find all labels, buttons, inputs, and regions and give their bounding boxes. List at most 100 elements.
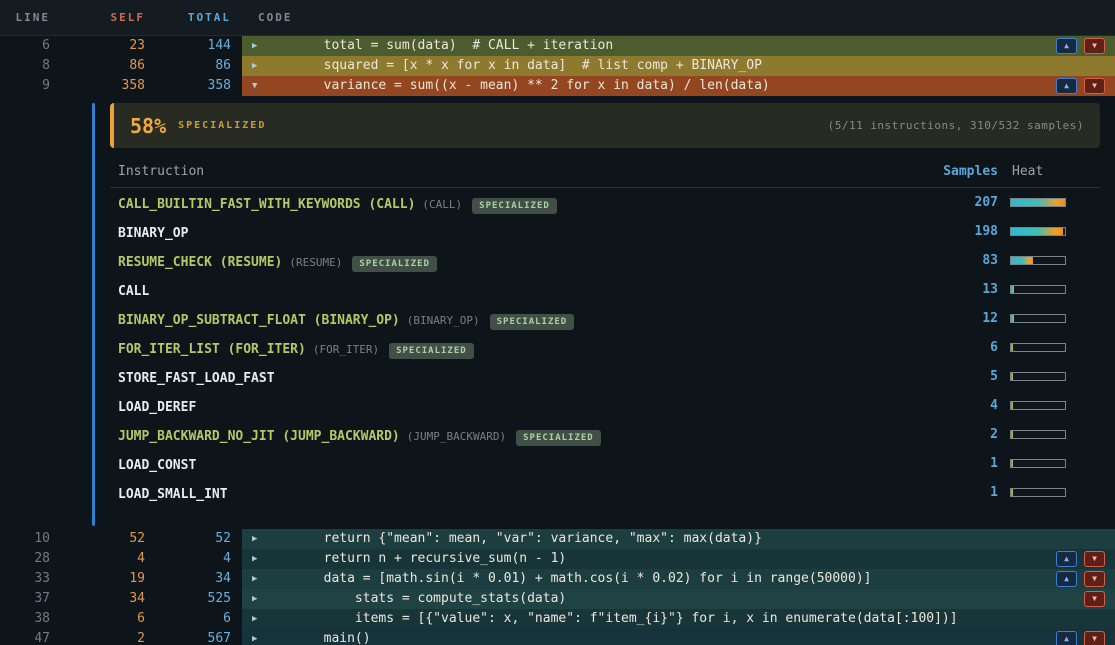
instruction-row: CALL_BUILTIN_FAST_WITH_KEYWORDS (CALL)(C… xyxy=(110,188,1100,217)
instruction-row: STORE_FAST_LOAD_FAST 5 xyxy=(110,362,1100,391)
heat-bar-fill xyxy=(1011,286,1014,293)
code-line-cell[interactable]: ▼ variance = sum((x - mean) ** 2 for x i… xyxy=(242,76,1115,96)
instruction-table: Instruction Samples Heat CALL_BUILTIN_FA… xyxy=(110,156,1100,507)
jump-down-button[interactable]: ▼ xyxy=(1084,631,1105,645)
total-sample-count: 52 xyxy=(145,529,233,549)
self-sample-count: 52 xyxy=(60,529,145,549)
code-row: 8 86 86 ▶ squared = [x * x for x in data… xyxy=(0,56,1115,76)
heat-bar xyxy=(1010,198,1066,207)
instruction-cell: CALL xyxy=(110,280,918,299)
specialization-summary-text: (5/11 instructions, 310/532 samples) xyxy=(828,119,1084,132)
specialization-summary-bar: 58% SPECIALIZED (5/11 instructions, 310/… xyxy=(110,103,1100,148)
self-sample-count: 86 xyxy=(60,56,145,76)
base-opcode: (RESUME) xyxy=(289,256,342,269)
code-row: 6 23 144 ▶ total = sum(data) # CALL + it… xyxy=(0,36,1115,56)
instruction-cell: JUMP_BACKWARD_NO_JIT (JUMP_BACKWARD)(JUM… xyxy=(110,425,918,444)
instruction-cell: LOAD_SMALL_INT xyxy=(110,483,918,502)
row-nav-buttons: ▲▼ xyxy=(1056,631,1105,645)
column-header-total: TOTAL xyxy=(145,11,233,24)
code-line-cell[interactable]: ▶ items = [{"value": x, "name": f"item_{… xyxy=(242,609,1115,629)
sample-count: 13 xyxy=(918,282,998,297)
heat-bar xyxy=(1010,343,1066,352)
jump-down-button[interactable]: ▼ xyxy=(1084,551,1105,567)
jump-down-button[interactable]: ▼ xyxy=(1084,38,1105,54)
expand-toggle-icon[interactable]: ▶ xyxy=(242,549,261,569)
instruction-name: CALL xyxy=(118,284,149,299)
jump-up-button[interactable]: ▲ xyxy=(1056,571,1077,587)
heat-bar xyxy=(1010,372,1066,381)
heat-cell xyxy=(1010,488,1100,497)
expand-toggle-icon[interactable]: ▶ xyxy=(242,609,261,629)
code-line-cell[interactable]: ▶ return {"mean": mean, "var": variance,… xyxy=(242,529,1115,549)
source-code-text: variance = sum((x - mean) ** 2 for x in … xyxy=(261,78,770,93)
line-number: 6 xyxy=(0,36,60,56)
jump-up-button[interactable]: ▲ xyxy=(1056,38,1077,54)
specialization-panel: 58% SPECIALIZED (5/11 instructions, 310/… xyxy=(110,103,1100,507)
specialized-badge: SPECIALIZED xyxy=(490,314,575,330)
code-line-cell[interactable]: ▶ squared = [x * x for x in data] # list… xyxy=(242,56,1115,76)
self-sample-count: 23 xyxy=(60,36,145,56)
expand-toggle-icon[interactable]: ▶ xyxy=(242,569,261,589)
heat-bar-fill xyxy=(1011,460,1013,467)
source-code-text: data = [math.sin(i * 0.01) + math.cos(i … xyxy=(261,571,871,586)
expand-toggle-icon[interactable]: ▶ xyxy=(242,529,261,549)
heat-cell xyxy=(1010,285,1100,294)
base-opcode: (BINARY_OP) xyxy=(407,314,480,327)
sample-count: 207 xyxy=(918,195,998,210)
source-code-text: total = sum(data) # CALL + iteration xyxy=(261,38,613,53)
code-line-cell[interactable]: ▶ main()▲▼ xyxy=(242,629,1115,645)
instruction-cell: LOAD_DEREF xyxy=(110,396,918,415)
sample-count: 1 xyxy=(918,485,998,500)
instruction-column-header: Instruction xyxy=(110,164,918,179)
jump-up-button[interactable]: ▲ xyxy=(1056,78,1077,94)
code-line-cell[interactable]: ▶ stats = compute_stats(data)▲▼ xyxy=(242,589,1115,609)
expand-toggle-icon[interactable]: ▶ xyxy=(242,56,261,76)
expand-toggle-icon[interactable]: ▶ xyxy=(242,589,261,609)
sample-count: 4 xyxy=(918,398,998,413)
jump-down-button[interactable]: ▼ xyxy=(1084,591,1105,607)
jump-up-button[interactable]: ▲ xyxy=(1056,631,1077,645)
heat-cell xyxy=(1010,343,1100,352)
source-code-text: squared = [x * x for x in data] # list c… xyxy=(261,58,762,73)
indent-guide-line xyxy=(92,103,95,526)
code-row: 38 6 6 ▶ items = [{"value": x, "name": f… xyxy=(0,609,1115,629)
instruction-row: BINARY_OP 198 xyxy=(110,217,1100,246)
sample-count: 2 xyxy=(918,427,998,442)
instruction-name: STORE_FAST_LOAD_FAST xyxy=(118,371,275,386)
total-sample-count: 358 xyxy=(145,76,233,96)
instruction-row: LOAD_DEREF 4 xyxy=(110,391,1100,420)
instruction-name: BINARY_OP_SUBTRACT_FLOAT (BINARY_OP) xyxy=(118,313,400,328)
heat-cell xyxy=(1010,256,1100,265)
expand-toggle-icon[interactable]: ▶ xyxy=(242,36,261,56)
self-sample-count: 19 xyxy=(60,569,145,589)
specialized-badge: SPECIALIZED xyxy=(389,343,474,359)
code-line-cell[interactable]: ▶ total = sum(data) # CALL + iteration ▲ ▼ xyxy=(242,36,1115,56)
code-row: 37 34 525 ▶ stats = compute_stats(data)▲… xyxy=(0,589,1115,609)
code-row: 33 19 34 ▶ data = [math.sin(i * 0.01) + … xyxy=(0,569,1115,589)
collapse-toggle-icon[interactable]: ▼ xyxy=(242,76,261,96)
base-opcode: (FOR_ITER) xyxy=(313,343,379,356)
instruction-row: LOAD_CONST 1 xyxy=(110,449,1100,478)
heat-cell xyxy=(1010,198,1100,207)
source-code-text: stats = compute_stats(data) xyxy=(261,591,566,606)
instruction-name: BINARY_OP xyxy=(118,226,188,241)
instruction-row: LOAD_SMALL_INT 1 xyxy=(110,478,1100,507)
heat-cell xyxy=(1010,430,1100,439)
jump-down-button[interactable]: ▼ xyxy=(1084,571,1105,587)
heat-cell xyxy=(1010,401,1100,410)
code-row: 28 4 4 ▶ return n + recursive_sum(n - 1)… xyxy=(0,549,1115,569)
heat-bar xyxy=(1010,256,1066,265)
column-header-self: SELF xyxy=(60,11,145,24)
heat-bar-fill xyxy=(1011,315,1014,322)
total-sample-count: 86 xyxy=(145,56,233,76)
code-line-cell[interactable]: ▶ data = [math.sin(i * 0.01) + math.cos(… xyxy=(242,569,1115,589)
jump-up-button[interactable]: ▲ xyxy=(1056,551,1077,567)
heat-column-header: Heat xyxy=(1010,164,1100,179)
code-line-cell[interactable]: ▶ return n + recursive_sum(n - 1)▲▼ xyxy=(242,549,1115,569)
expand-toggle-icon[interactable]: ▶ xyxy=(242,629,261,645)
heat-bar-fill xyxy=(1011,402,1013,409)
source-code-text: return n + recursive_sum(n - 1) xyxy=(261,551,566,566)
line-number: 8 xyxy=(0,56,60,76)
jump-down-button[interactable]: ▼ xyxy=(1084,78,1105,94)
row-nav-buttons: ▲▼ xyxy=(1056,551,1105,567)
